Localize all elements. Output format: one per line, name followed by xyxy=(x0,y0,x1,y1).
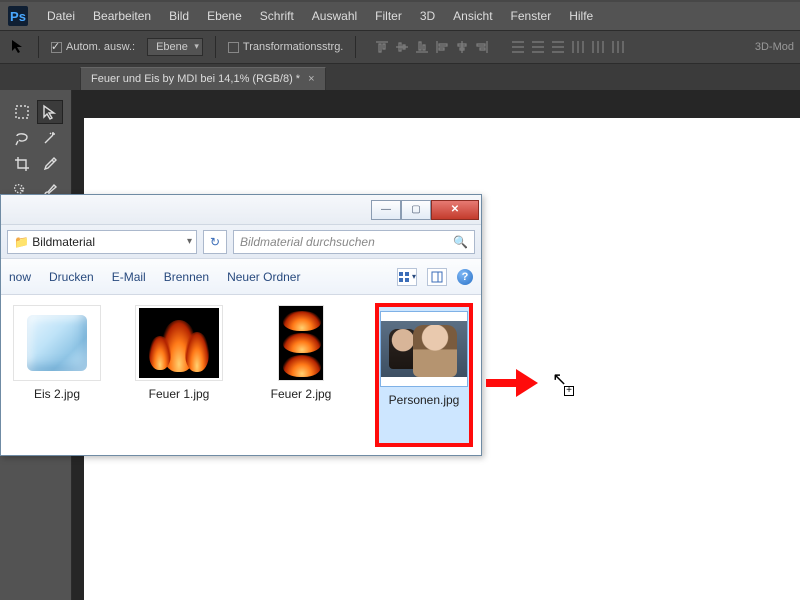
explorer-address-bar: 📁 Bildmaterial ▾ ↻ Bildmaterial durchsuc… xyxy=(1,225,481,259)
align-right-icon[interactable] xyxy=(472,38,492,56)
align-vcenter-icon[interactable] xyxy=(392,38,412,56)
menu-datei[interactable]: Datei xyxy=(38,2,84,30)
toolbar-print[interactable]: Drucken xyxy=(49,270,94,284)
transform-controls-checkbox[interactable]: Transformationsstrg. xyxy=(228,41,343,53)
lasso-tool-icon[interactable] xyxy=(9,126,35,150)
annotation-arrow xyxy=(486,372,542,394)
auto-select-checkbox[interactable]: Autom. ausw.: xyxy=(51,41,135,53)
distribute-top-icon[interactable] xyxy=(508,38,528,56)
toolbar-email[interactable]: E-Mail xyxy=(112,270,146,284)
search-icon: 🔍 xyxy=(453,235,468,249)
menu-auswahl[interactable]: Auswahl xyxy=(303,2,366,30)
explorer-file-pane[interactable]: Eis 2.jpg Feuer 1.jpg Feuer 2.jpg xyxy=(1,295,481,455)
toolbar-new-folder[interactable]: Neuer Ordner xyxy=(227,270,300,284)
menu-bearbeiten[interactable]: Bearbeiten xyxy=(84,2,160,30)
distribute-left-icon[interactable] xyxy=(568,38,588,56)
distribute-bottom-icon[interactable] xyxy=(548,38,568,56)
menu-ebene[interactable]: Ebene xyxy=(198,2,251,30)
file-item-selected[interactable]: Personen.jpg xyxy=(377,305,471,445)
distribute-hcenter-icon[interactable] xyxy=(588,38,608,56)
menu-ansicht[interactable]: Ansicht xyxy=(444,2,501,30)
distribute-right-icon[interactable] xyxy=(608,38,628,56)
file-item[interactable]: Feuer 1.jpg xyxy=(133,305,225,445)
align-icons xyxy=(372,38,492,56)
menu-bild[interactable]: Bild xyxy=(160,2,198,30)
file-item[interactable]: Feuer 2.jpg xyxy=(255,305,347,445)
crop-tool-icon[interactable] xyxy=(9,152,35,176)
distribute-vcenter-icon[interactable] xyxy=(528,38,548,56)
distribute-icons xyxy=(508,38,628,56)
maximize-button[interactable]: ▢ xyxy=(401,200,431,220)
magic-wand-tool-icon[interactable] xyxy=(37,126,63,150)
file-name: Personen.jpg xyxy=(389,393,460,407)
close-tab-icon[interactable]: × xyxy=(308,73,314,85)
file-name: Eis 2.jpg xyxy=(34,387,80,401)
align-bottom-icon[interactable] xyxy=(412,38,432,56)
preview-pane-button[interactable] xyxy=(427,268,447,286)
align-hcenter-icon[interactable] xyxy=(452,38,472,56)
location-field[interactable]: 📁 Bildmaterial ▾ xyxy=(7,230,197,254)
location-dropdown-icon[interactable]: ▾ xyxy=(187,236,192,247)
explorer-window: — ▢ ✕ 📁 Bildmaterial ▾ ↻ Bildmaterial du… xyxy=(0,194,482,456)
move-tool-icon[interactable] xyxy=(37,100,63,124)
file-thumbnail xyxy=(278,305,324,381)
help-icon[interactable]: ? xyxy=(457,269,473,285)
document-tab[interactable]: Feuer und Eis by MDI bei 14,1% (RGB/8) *… xyxy=(80,67,326,90)
search-placeholder: Bildmaterial durchsuchen xyxy=(240,235,375,249)
menu-schrift[interactable]: Schrift xyxy=(251,2,303,30)
toolbar-item-left[interactable]: now xyxy=(9,270,31,284)
close-button[interactable]: ✕ xyxy=(431,200,479,220)
auto-select-target[interactable]: Ebene xyxy=(147,38,203,56)
toolbar-burn[interactable]: Brennen xyxy=(164,270,209,284)
file-thumbnail xyxy=(135,305,223,381)
explorer-toolbar: now Drucken E-Mail Brennen Neuer Ordner … xyxy=(1,259,481,295)
file-item[interactable]: Eis 2.jpg xyxy=(11,305,103,445)
location-text: Bildmaterial xyxy=(32,235,95,249)
minimize-button[interactable]: — xyxy=(371,200,401,220)
refresh-button[interactable]: ↻ xyxy=(203,230,227,254)
file-thumbnail xyxy=(380,311,468,387)
menu-hilfe[interactable]: Hilfe xyxy=(560,2,602,30)
menu-fenster[interactable]: Fenster xyxy=(502,2,561,30)
move-tool-icon xyxy=(10,38,26,57)
explorer-titlebar[interactable]: — ▢ ✕ xyxy=(1,195,481,225)
document-tab-title: Feuer und Eis by MDI bei 14,1% (RGB/8) * xyxy=(91,73,300,85)
marquee-tool-icon[interactable] xyxy=(9,100,35,124)
ps-options-bar: Autom. ausw.: Ebene Transformationsstrg.… xyxy=(0,30,800,64)
menu-filter[interactable]: Filter xyxy=(366,2,411,30)
file-name: Feuer 1.jpg xyxy=(149,387,210,401)
align-top-icon[interactable] xyxy=(372,38,392,56)
ps-logo: Ps xyxy=(8,6,28,26)
menu-3d[interactable]: 3D xyxy=(411,2,444,30)
ps-document-tabs: Feuer und Eis by MDI bei 14,1% (RGB/8) *… xyxy=(0,64,800,90)
align-left-icon[interactable] xyxy=(432,38,452,56)
file-thumbnail xyxy=(13,305,101,381)
drag-cursor-icon: ↖+ xyxy=(552,370,567,388)
folder-icon: 📁 xyxy=(14,235,29,249)
opt-3d-mode[interactable]: 3D-Mod xyxy=(755,41,800,53)
search-input[interactable]: Bildmaterial durchsuchen 🔍 xyxy=(233,230,475,254)
view-options-button[interactable]: ▾ xyxy=(397,268,417,286)
eyedropper-tool-icon[interactable] xyxy=(37,152,63,176)
file-name: Feuer 2.jpg xyxy=(271,387,332,401)
ps-menubar: Ps Datei Bearbeiten Bild Ebene Schrift A… xyxy=(0,2,800,30)
